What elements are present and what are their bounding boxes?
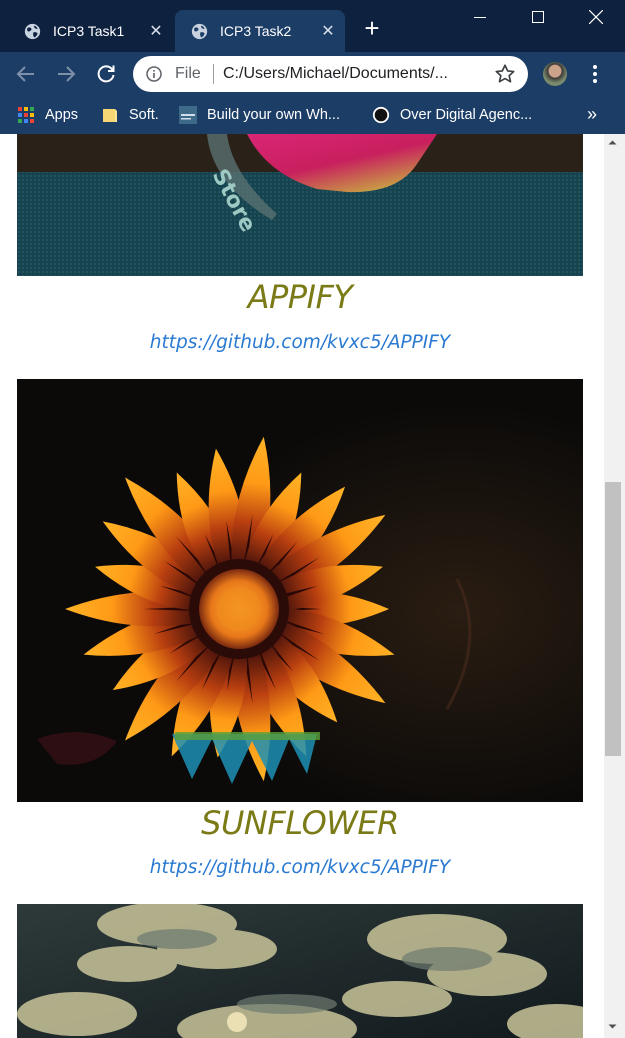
tab-title: ICP3 Task1 — [53, 23, 125, 39]
tab-title: ICP3 Task2 — [220, 23, 292, 39]
divider — [213, 64, 214, 84]
vertical-scrollbar[interactable] — [604, 134, 625, 1038]
project-title: APPIFY — [247, 278, 353, 316]
site-thumbnail-icon — [179, 106, 197, 124]
tab-icp3-task2[interactable]: ICP3 Task2 ✕ — [175, 10, 345, 52]
scrollbar-thumb[interactable] — [605, 482, 621, 756]
info-icon[interactable] — [146, 66, 162, 82]
bookmark-soft[interactable]: Soft. — [101, 96, 159, 134]
bookmark-label: Build your own Wh... — [207, 107, 340, 123]
tab-icp3-task1[interactable]: ICP3 Task1 ✕ — [8, 10, 173, 52]
minimize-window-button[interactable] — [451, 0, 509, 34]
url-scheme: File — [175, 65, 201, 82]
new-tab-button[interactable]: + — [360, 15, 384, 41]
bookmark-label: Over Digital Agenc... — [400, 107, 533, 123]
close-window-button[interactable] — [567, 0, 625, 34]
back-arrow-icon[interactable] — [14, 62, 38, 86]
globe-icon — [24, 23, 41, 39]
close-tab-icon[interactable]: ✕ — [145, 21, 167, 41]
bookmarks-bar: Apps Soft. Build your own Wh... Over Dig… — [0, 96, 625, 134]
profile-avatar[interactable] — [543, 62, 567, 86]
browser-toolbar: File C:/Users/Michael/Documents/... — [0, 52, 625, 96]
bookmark-build-your-own[interactable]: Build your own Wh... — [179, 96, 340, 134]
bookmark-label: Soft. — [129, 107, 159, 123]
maximize-icon — [532, 11, 544, 23]
globe-icon — [191, 23, 208, 39]
reload-icon[interactable] — [94, 62, 118, 86]
folder-icon — [103, 109, 117, 122]
bookmark-apps[interactable]: Apps — [17, 96, 78, 134]
scroll-up-arrow-icon[interactable] — [604, 134, 621, 151]
scroll-down-arrow-icon[interactable] — [604, 1018, 621, 1035]
more-menu-icon[interactable] — [584, 62, 606, 86]
more-bookmarks-chevron-icon[interactable]: » — [587, 96, 597, 134]
project-image-appify: Store — [17, 134, 583, 276]
forward-arrow-icon[interactable] — [54, 62, 78, 86]
browser-title-bar: ICP3 Task1 ✕ ICP3 Task2 ✕ + — [0, 0, 625, 52]
bookmark-label: Apps — [45, 107, 79, 123]
maximize-window-button[interactable] — [509, 0, 567, 34]
project-title: SUNFLOWER — [201, 804, 399, 842]
close-icon — [589, 10, 603, 24]
project-image-clouds — [17, 904, 583, 1038]
url-text[interactable]: C:/Users/Michael/Documents/... — [223, 65, 475, 83]
apps-grid-icon — [18, 107, 34, 123]
bookmark-over-digital-agency[interactable]: Over Digital Agenc... — [372, 96, 532, 134]
page-viewport: Store APPIFY https://github.com/kvxc5/AP… — [0, 134, 604, 1038]
address-bar[interactable]: File C:/Users/Michael/Documents/... — [133, 56, 528, 92]
circle-logo-icon — [372, 106, 390, 124]
project-github-link[interactable]: https://github.com/kvxc5/APPIFY — [0, 857, 600, 878]
bookmark-star-icon[interactable] — [494, 63, 516, 85]
project-image-sunflower — [17, 379, 583, 802]
minimize-icon — [474, 17, 486, 18]
project-github-link[interactable]: https://github.com/kvxc5/APPIFY — [0, 332, 600, 353]
close-tab-icon[interactable]: ✕ — [317, 21, 339, 41]
